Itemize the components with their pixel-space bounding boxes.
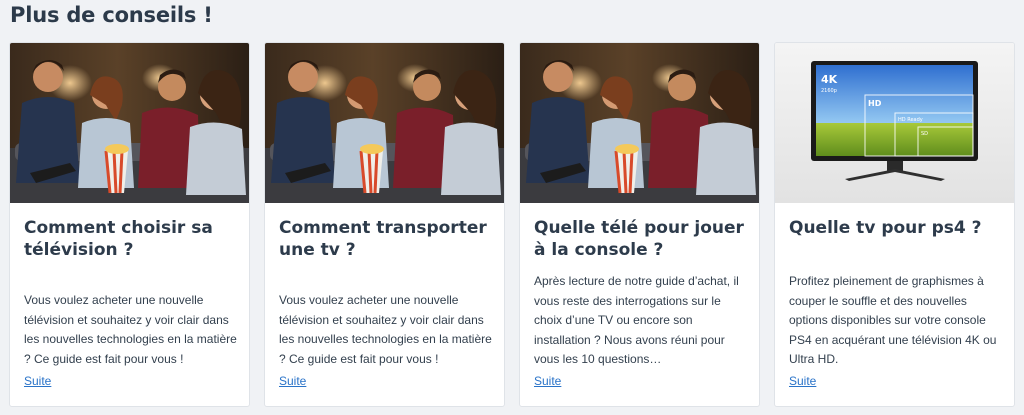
card-description: Profitez pleinement de graphismes à coup… [789, 274, 997, 366]
uhd-sub-label: 2160p [821, 88, 837, 94]
advice-card[interactable]: Comment transporter une tv ? Vous voulez… [264, 42, 505, 407]
card-title[interactable]: Comment transporter une tv ? [279, 217, 491, 261]
card-description: Vous voulez acheter une nouvelle télévis… [24, 293, 237, 366]
read-more-link[interactable]: Suite [534, 374, 561, 388]
sd-label: SD [921, 131, 928, 137]
advice-card[interactable]: Comment choisir sa télévision ? Vous vou… [9, 42, 250, 407]
card-image[interactable] [10, 43, 249, 203]
card-description: Après lecture de notre guide d’achat, il… [534, 274, 739, 366]
card-image[interactable] [265, 43, 504, 203]
card-image[interactable]: 4K 2160p HD HD Ready SD [775, 43, 1014, 203]
uhd-label: 4K [821, 73, 838, 86]
read-more-link[interactable]: Suite [279, 374, 306, 388]
card-image[interactable] [520, 43, 759, 203]
section-title: Plus de conseils ! [10, 3, 213, 27]
advice-card[interactable]: Quelle télé pour jouer à la console ? Ap… [519, 42, 760, 407]
card-description: Vous voulez acheter une nouvelle télévis… [279, 293, 492, 366]
read-more-link[interactable]: Suite [24, 374, 51, 388]
read-more-link[interactable]: Suite [789, 374, 816, 388]
advice-card[interactable]: 4K 2160p HD HD Ready SD Quelle tv pour p… [774, 42, 1015, 407]
hd-ready-label: HD Ready [898, 117, 923, 123]
card-title[interactable]: Quelle tv pour ps4 ? [789, 217, 1001, 239]
card-title[interactable]: Comment choisir sa télévision ? [24, 217, 236, 261]
card-title[interactable]: Quelle télé pour jouer à la console ? [534, 217, 746, 261]
hd-label: HD [868, 99, 882, 108]
